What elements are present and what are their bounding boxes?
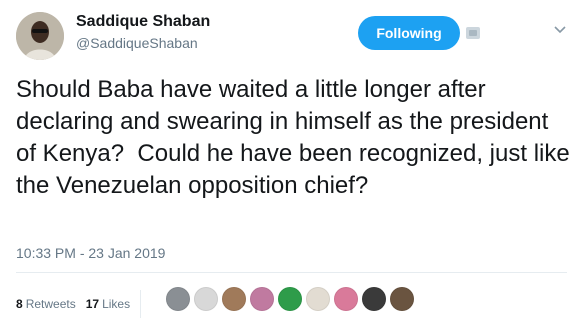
stats-separator	[140, 290, 142, 318]
tweet-stats: 8 Retweets 17 Likes	[16, 290, 147, 318]
likes-stat[interactable]: 17 Likes	[86, 297, 130, 311]
liker-avatar[interactable]	[194, 287, 218, 311]
tweet-timestamp[interactable]: 10:33 PM - 23 Jan 2019	[16, 245, 165, 261]
tweet-text: Should Baba have waited a little longer …	[16, 76, 577, 199]
retweets-label: Retweets	[25, 297, 76, 311]
user-avatar[interactable]	[16, 12, 64, 60]
avatar-image	[16, 12, 64, 60]
retweets-stat[interactable]: 8 Retweets	[16, 297, 76, 311]
likers-avatars	[166, 287, 418, 311]
liker-avatar[interactable]	[250, 287, 274, 311]
liker-avatar[interactable]	[362, 287, 386, 311]
liker-avatar[interactable]	[278, 287, 302, 311]
likes-label: Likes	[102, 297, 131, 311]
liker-avatar[interactable]	[306, 287, 330, 311]
liker-avatar[interactable]	[334, 287, 358, 311]
liker-avatar[interactable]	[222, 287, 246, 311]
user-handle[interactable]: @SaddiqueShaban	[76, 35, 198, 51]
divider	[16, 272, 567, 273]
following-button[interactable]: Following	[358, 16, 460, 50]
chevron-down-icon[interactable]	[552, 22, 568, 38]
liker-avatar[interactable]	[390, 287, 414, 311]
notification-icon[interactable]	[466, 27, 480, 39]
display-name[interactable]: Saddique Shaban	[76, 13, 210, 31]
liker-avatar[interactable]	[166, 287, 190, 311]
retweets-count: 8	[16, 297, 23, 311]
likes-count: 17	[85, 297, 100, 311]
